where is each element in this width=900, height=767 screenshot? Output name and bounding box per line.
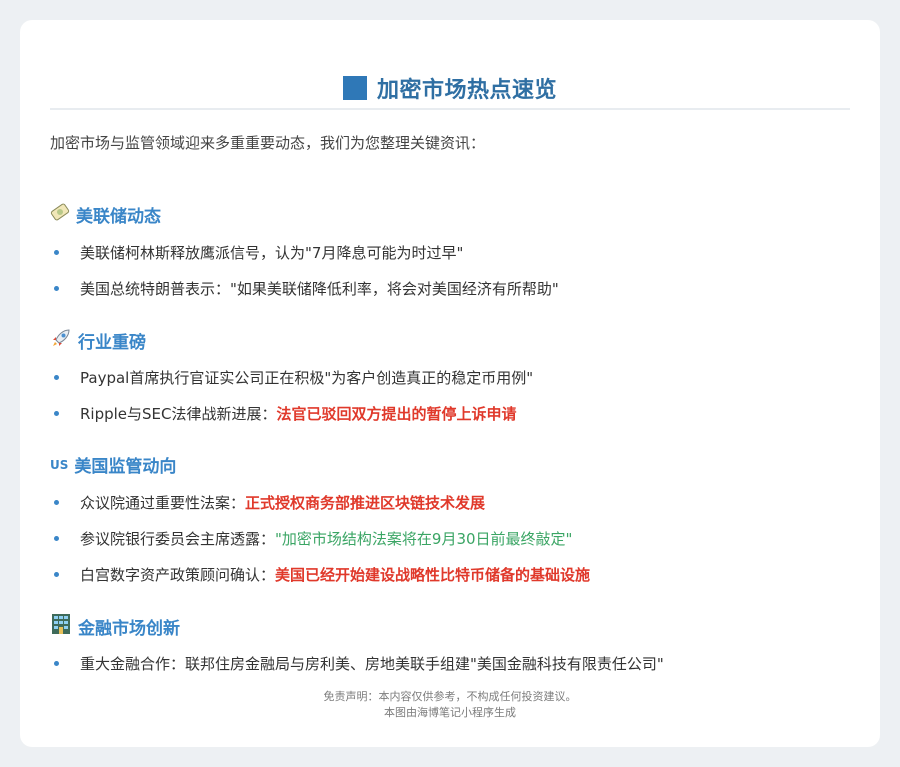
item-text: 众议院通过重要性法案： [80, 494, 246, 512]
section-heading-us-regulation: US 美国监管动向 [50, 452, 176, 477]
list-item: Ripple与SEC法律战新进展： 法官已驳回双方提出的暂停上诉申请 [50, 403, 517, 424]
list-item: 重大金融合作：联邦住房金融局与房利美、房地美联手组建"美国金融科技有限责任公司" [50, 653, 664, 674]
bullet-dot [54, 286, 59, 291]
us-flag-icon: US [50, 457, 69, 472]
bullet-dot [54, 250, 59, 255]
bullet-dot [54, 411, 59, 416]
item-highlight: 法官已驳回双方提出的暂停上诉申请 [276, 405, 517, 423]
item-text: 重大金融合作：联邦住房金融局与房利美、房地美联手组建"美国金融科技有限责任公司" [80, 655, 664, 673]
generated-by: 本图由海博笔记小程序生成 [384, 706, 516, 719]
title-divider [50, 108, 850, 110]
bullet-dot [54, 572, 59, 577]
list-item: Paypal首席执行官证实公司正在积极"为客户创造真正的稳定币用例" [50, 367, 533, 388]
bullet-dot [54, 500, 59, 505]
intro-text: 加密市场与监管领域迎来多重重要动态，我们为您整理关键资讯： [50, 134, 486, 152]
list-item: 美联储柯林斯释放鹰派信号，认为"7月降息可能为时过早" [50, 242, 463, 263]
news-card: 加密市场热点速览 加密市场与监管领域迎来多重重要动态，我们为您整理关键资讯： 美… [20, 20, 880, 747]
item-highlight-green: "加密市场结构法案将在9月30日前最终敲定" [275, 530, 573, 548]
list-item: 众议院通过重要性法案： 正式授权商务部推进区块链技术发展 [50, 492, 485, 513]
rocket-icon [50, 327, 72, 354]
page-title: 加密市场热点速览 [50, 68, 850, 108]
item-text: 美联储柯林斯释放鹰派信号，认为"7月降息可能为时过早" [80, 244, 464, 262]
disclaimer: 免责声明：本内容仅供参考，不构成任何投资建议。 [323, 690, 577, 703]
list-item: 美国总统特朗普表示："如果美联储降低利率，将会对美国经济有所帮助" [50, 278, 559, 299]
bullet-dot [54, 536, 59, 541]
dove-icon [50, 202, 70, 227]
section-title: 金融市场创新 [78, 619, 180, 639]
section-title: 美联储动态 [76, 207, 161, 227]
title-square-icon [342, 76, 367, 100]
item-text: Ripple与SEC法律战新进展： [80, 405, 277, 423]
item-highlight: 正式授权商务部推进区块链技术发展 [245, 494, 486, 512]
section-title: 行业重磅 [78, 333, 146, 353]
list-item: 参议院银行委员会主席透露： "加密市场结构法案将在9月30日前最终敲定" [50, 528, 572, 549]
item-text: 美国总统特朗普表示："如果美联储降低利率，将会对美国经济有所帮助" [80, 280, 559, 298]
section-heading-finance: 金融市场创新 [50, 613, 180, 640]
item-text: 白宫数字资产政策顾问确认： [80, 566, 276, 584]
item-highlight: 美国已经开始建设战略性比特币储备的基础设施 [275, 566, 591, 584]
title-text: 加密市场热点速览 [376, 78, 557, 103]
list-item: 白宫数字资产政策顾问确认： 美国已经开始建设战略性比特币储备的基础设施 [50, 564, 590, 585]
bullet-dot [54, 375, 59, 380]
section-title: 美国监管动向 [74, 457, 177, 477]
item-text: 参议院银行委员会主席透露： [80, 530, 276, 548]
office-building-icon [50, 613, 72, 640]
section-heading-industry: 行业重磅 [50, 327, 146, 354]
section-heading-fed: 美联储动态 [50, 202, 161, 227]
item-text: Paypal首席执行官证实公司正在积极"为客户创造真正的稳定币用例" [80, 369, 534, 387]
bullet-dot [54, 661, 59, 666]
